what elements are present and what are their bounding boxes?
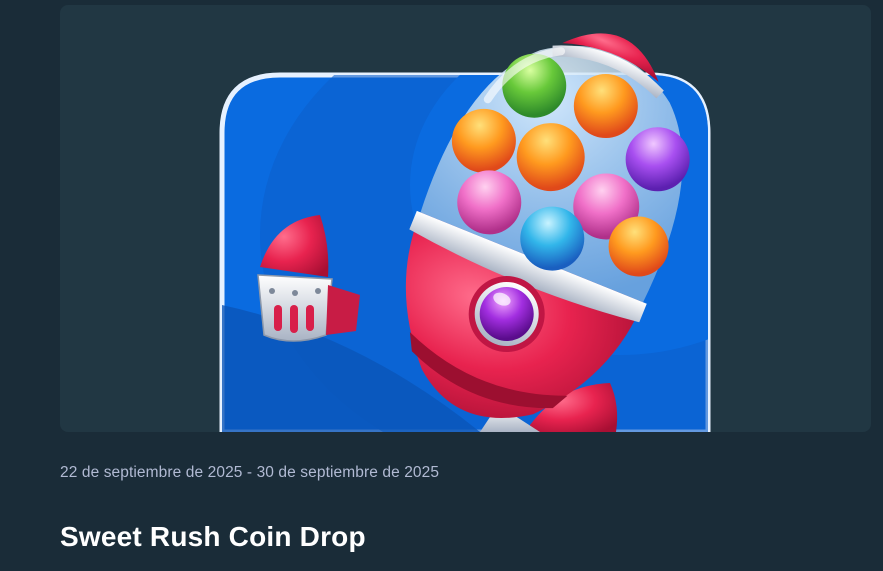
- gumball-rocket-icon: [219, 33, 711, 432]
- promotion-card[interactable]: [60, 5, 871, 432]
- promotion-page: 22 de septiembre de 2025 - 30 de septiem…: [0, 0, 883, 571]
- promotion-date-range: 22 de septiembre de 2025 - 30 de septiem…: [60, 464, 440, 481]
- promotion-title[interactable]: Sweet Rush Coin Drop: [60, 521, 366, 553]
